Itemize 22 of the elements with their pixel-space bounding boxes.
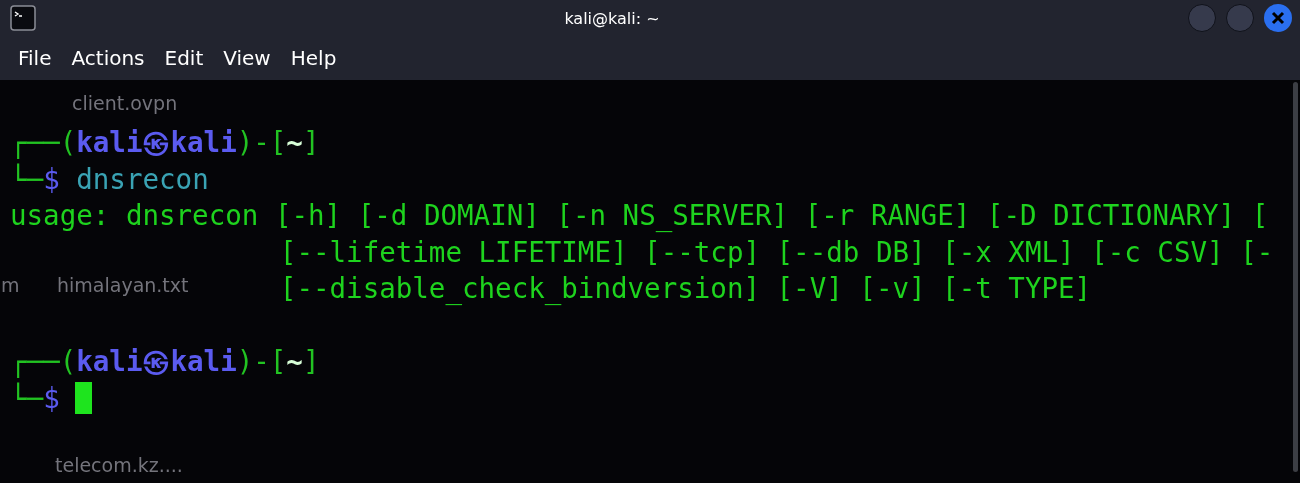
menu-item[interactable]: View bbox=[214, 42, 282, 74]
icon-label[interactable]: telecom.kz.... bbox=[55, 454, 183, 476]
icon-label[interactable]: client.ovpn bbox=[72, 92, 178, 114]
terminal-panel[interactable] bbox=[0, 80, 1300, 483]
terminal-icon[interactable] bbox=[10, 5, 36, 31]
prompt-line: ┌──(kali㉿kali)-[~] bbox=[10, 344, 320, 380]
prompt-line: ┌──(kali㉿kali)-[~] bbox=[10, 125, 320, 161]
command-line: └─$ dnsrecon bbox=[10, 161, 209, 197]
close-button[interactable] bbox=[1264, 4, 1292, 32]
icon-label[interactable]: himalayan.txt bbox=[57, 274, 189, 296]
scrollbar[interactable] bbox=[1293, 82, 1298, 472]
menu-item[interactable]: Edit bbox=[155, 42, 215, 74]
output-line: usage: dnsrecon [-h] [-d DOMAIN] [-n NS_SERVER] [-r RANGE] [-D DICTIONARY] [ bbox=[10, 198, 1269, 234]
close-icon bbox=[1271, 11, 1285, 25]
menu-item[interactable]: Actions bbox=[62, 42, 156, 74]
icon-label[interactable]: m bbox=[1, 274, 20, 296]
menu-item[interactable]: File bbox=[9, 42, 63, 74]
output-line: [--lifetime LIFETIME] [--tcp] [--db DB] [-x XML] [-c CSV] [- bbox=[279, 234, 1274, 270]
output-line: [--disable_check_bindversion] [-V] [-v] [-t TYPE] bbox=[279, 271, 1092, 307]
command-line: └─$ bbox=[10, 379, 92, 416]
menu-item[interactable]: Help bbox=[281, 42, 348, 74]
window-title: kali@kali: ~ bbox=[563, 8, 661, 28]
